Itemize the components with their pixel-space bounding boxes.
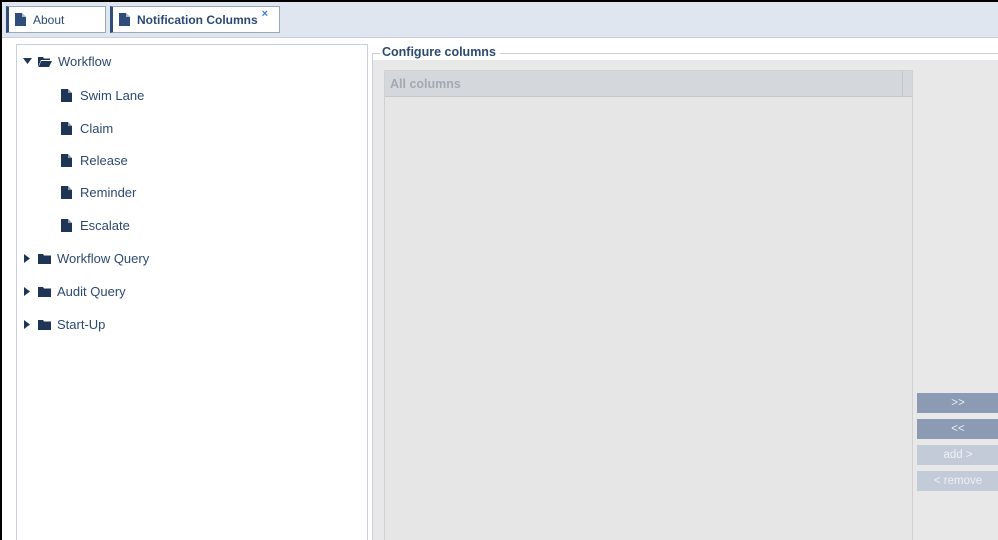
document-icon [61, 185, 72, 199]
tree-node-label: Workflow [58, 53, 112, 69]
tree-node-label: Audit Query [57, 283, 126, 299]
caret-down-icon[interactable] [21, 58, 33, 64]
tree-node-release[interactable]: Release [61, 149, 128, 171]
navigation-tree: Workflow Swim Lane Claim Release Reminde… [16, 44, 368, 540]
tree-node-label: Start-Up [57, 316, 106, 332]
tab-bar: About Notification Columns × [2, 2, 998, 38]
tree-node-reminder[interactable]: Reminder [61, 181, 136, 203]
document-icon [61, 121, 72, 135]
caret-right-icon[interactable] [21, 253, 33, 263]
tree-node-claim[interactable]: Claim [61, 117, 113, 139]
remove-all-button[interactable]: << [917, 419, 998, 439]
tree-node-start-up[interactable]: Start-Up [21, 313, 105, 335]
add-all-button[interactable]: >> [917, 393, 998, 413]
tab-about-label: About [33, 12, 65, 27]
folder-icon [38, 286, 51, 297]
folder-open-icon [38, 56, 52, 67]
all-columns-header: All columns [385, 71, 912, 97]
fieldset-border-left [372, 53, 373, 540]
document-icon [15, 13, 26, 26]
document-icon [119, 13, 130, 26]
all-columns-header-label: All columns [390, 76, 461, 91]
tab-notification-columns[interactable]: Notification Columns × [110, 6, 280, 33]
add-button[interactable]: add > [917, 445, 998, 465]
tree-node-audit-query[interactable]: Audit Query [21, 280, 126, 302]
tree-node-swim-lane[interactable]: Swim Lane [61, 84, 144, 106]
configure-columns-legend: Configure columns [380, 45, 500, 59]
tree-node-label: Swim Lane [80, 87, 145, 103]
tree-node-workflow[interactable]: Workflow [21, 50, 111, 72]
folder-icon [38, 319, 51, 330]
configure-columns-panel: Configure columns All columns >> << add … [370, 44, 998, 540]
tree-node-workflow-query[interactable]: Workflow Query [21, 247, 149, 269]
folder-icon [38, 253, 51, 264]
remove-button[interactable]: < remove [917, 471, 998, 491]
tree-node-escalate[interactable]: Escalate [61, 214, 130, 236]
tree-node-label: Workflow Query [57, 250, 150, 266]
tree-node-label: Claim [80, 120, 114, 136]
document-icon [61, 153, 72, 167]
all-columns-list[interactable]: All columns [384, 70, 913, 540]
header-separator [902, 71, 912, 97]
document-icon [61, 88, 72, 102]
tree-node-label: Reminder [80, 184, 137, 200]
tree-node-label: Release [80, 152, 128, 168]
caret-right-icon[interactable] [21, 319, 33, 329]
app-window: About Notification Columns × Workflow Sw… [0, 0, 998, 540]
tab-notification-columns-label: Notification Columns [137, 12, 258, 27]
tab-about[interactable]: About [6, 6, 106, 33]
close-icon[interactable]: × [262, 8, 268, 20]
caret-right-icon[interactable] [21, 286, 33, 296]
tree-node-label: Escalate [80, 217, 130, 233]
document-icon [61, 218, 72, 232]
